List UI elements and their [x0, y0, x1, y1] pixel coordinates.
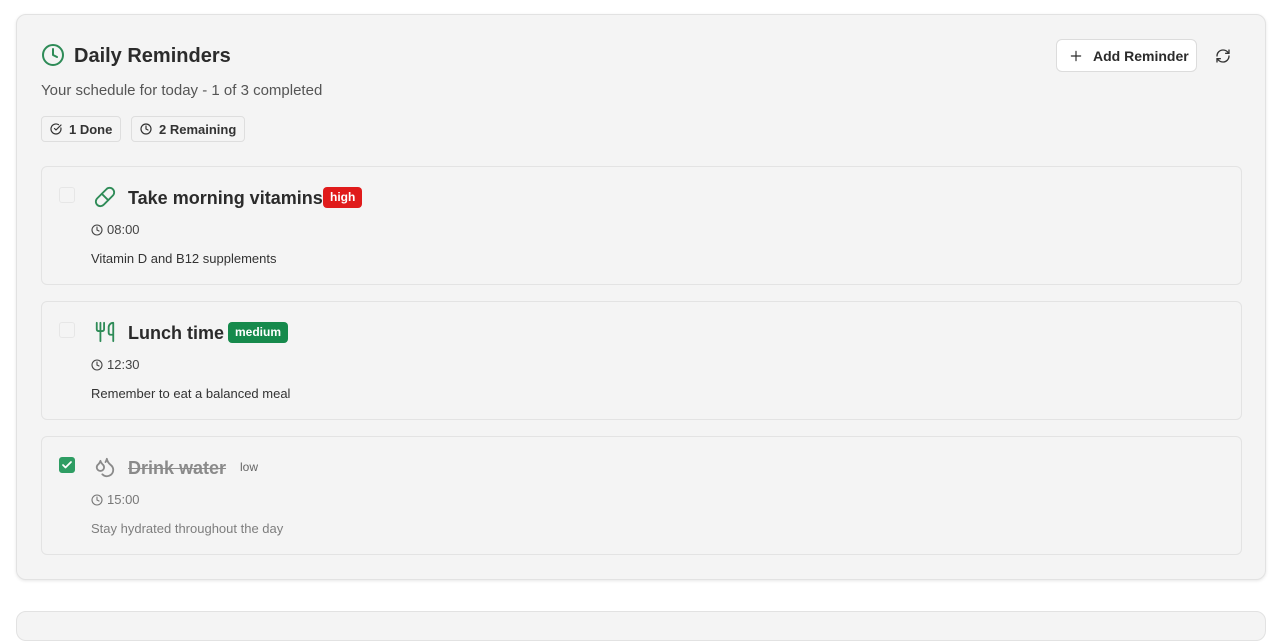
reminder-title: Lunch time — [128, 323, 225, 343]
reminder-time-label: 15:00 — [107, 492, 140, 507]
reminder-checkbox[interactable] — [59, 457, 75, 473]
done-count-badge: 1 Done — [41, 116, 122, 142]
reminder-description: Remember to eat a balanced meal — [91, 386, 291, 401]
add-reminder-button[interactable]: Add Reminder — [1056, 39, 1197, 72]
add-reminder-label: Add Reminder — [1093, 47, 1189, 64]
reminder-description: Vitamin D and B12 supplements — [91, 251, 277, 266]
reminder-title: Take morning vitamins — [128, 188, 323, 208]
priority-badge: low — [240, 460, 259, 474]
reminder-time-label: 08:00 — [107, 222, 140, 237]
clock-icon — [91, 223, 103, 236]
reminders-card: Daily Reminders Your schedule for today … — [16, 14, 1266, 580]
reminder-item: Lunch time medium 12:30 Remember to eat … — [41, 301, 1242, 420]
reminder-description: Stay hydrated throughout the day — [91, 521, 284, 536]
done-count-label: 1 Done — [69, 121, 113, 137]
droplets-icon — [95, 457, 115, 478]
check-icon — [62, 461, 72, 469]
reminder-time: 08:00 — [91, 222, 140, 237]
clock-icon — [140, 123, 152, 135]
pill-icon — [94, 186, 116, 208]
clock-icon — [91, 493, 103, 506]
page-title: Daily Reminders — [74, 45, 231, 67]
plus-icon — [1070, 50, 1082, 61]
refresh-button[interactable] — [1211, 44, 1235, 68]
remaining-count-label: 2 Remaining — [159, 121, 237, 137]
reminder-item: Take morning vitamins high 08:00 Vitamin… — [41, 166, 1242, 285]
reminder-time: 12:30 — [91, 357, 140, 372]
utensils-icon — [95, 321, 115, 343]
reminder-checkbox[interactable] — [59, 187, 75, 203]
reminder-title: Drink water — [128, 458, 227, 478]
clock-icon — [42, 44, 64, 66]
reminder-time-label: 12:30 — [107, 357, 140, 372]
reminder-checkbox[interactable] — [59, 322, 75, 338]
priority-badge: medium — [228, 322, 289, 343]
priority-badge: high — [323, 187, 363, 208]
refresh-icon — [1216, 49, 1230, 63]
page-subtitle: Your schedule for today - 1 of 3 complet… — [41, 82, 323, 99]
remaining-count-badge: 2 Remaining — [131, 116, 246, 142]
check-circle-icon — [50, 123, 62, 135]
reminder-item: Drink water low 15:00 Stay hydrated thro… — [41, 436, 1242, 555]
reminder-time: 15:00 — [91, 492, 140, 507]
clock-icon — [91, 358, 103, 371]
